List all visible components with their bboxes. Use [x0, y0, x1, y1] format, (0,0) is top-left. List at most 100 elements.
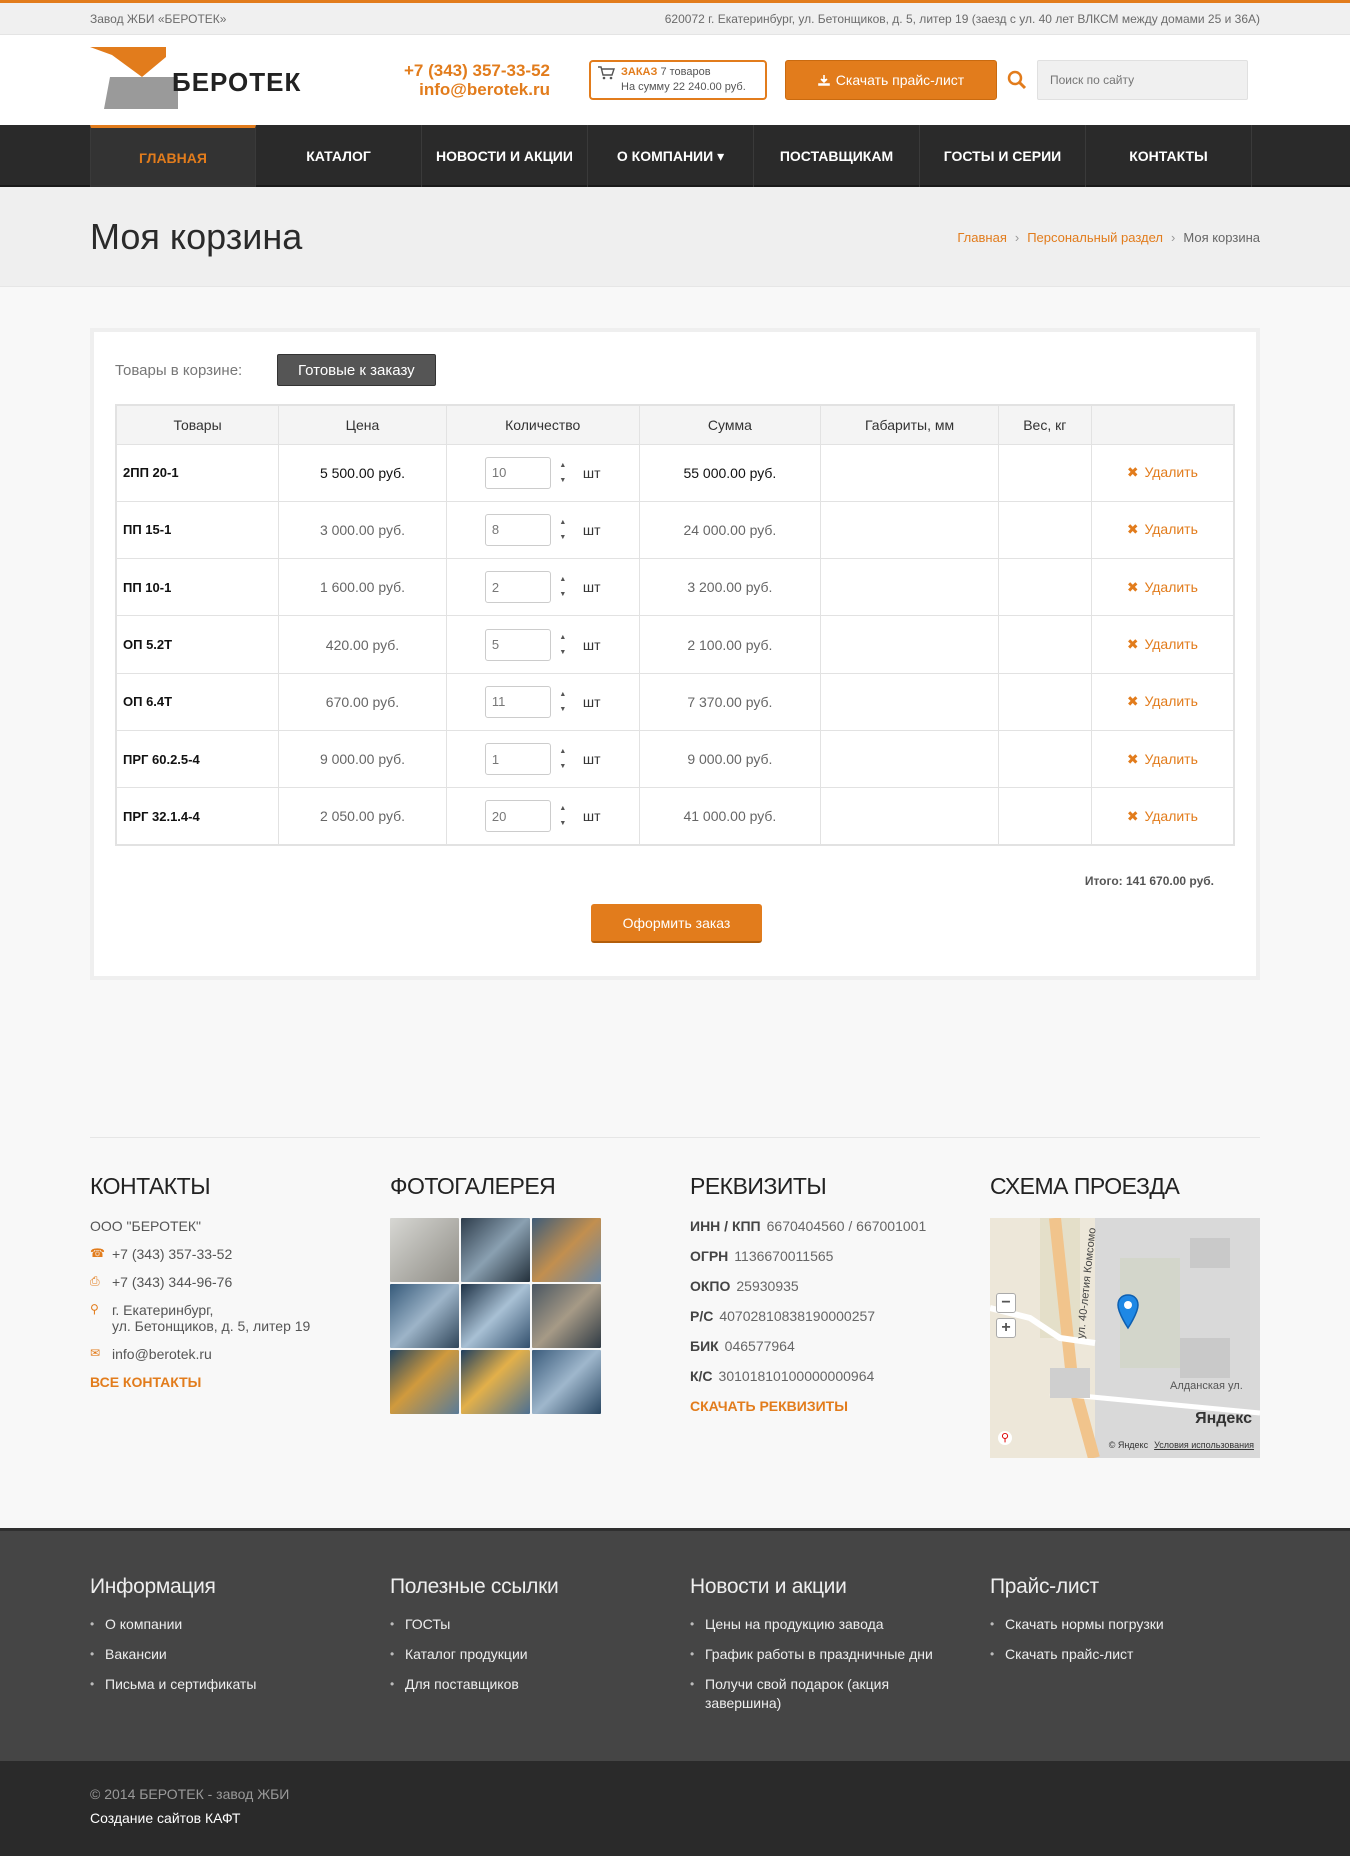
quantity-input[interactable]: 11: [484, 685, 551, 718]
quantity-spinner[interactable]: ▲ ▼: [557, 519, 569, 541]
gallery-photo[interactable]: [532, 1350, 601, 1414]
quantity-input[interactable]: 8: [484, 513, 551, 546]
delete-button[interactable]: ✖ Удалить: [1127, 464, 1198, 480]
spin-up-icon[interactable]: ▲: [559, 634, 566, 641]
quantity-input[interactable]: 2: [484, 571, 551, 604]
map-street-label-2: Алданская ул.: [1170, 1380, 1243, 1392]
company-name: ООО "БЕРОТЕК": [90, 1218, 370, 1234]
zoom-out-button[interactable]: −: [996, 1293, 1016, 1313]
nav-gosts[interactable]: ГОСТЫ И СЕРИИ: [920, 125, 1086, 187]
spin-down-icon[interactable]: ▼: [559, 706, 566, 713]
search-input[interactable]: [1037, 60, 1248, 100]
spin-down-icon[interactable]: ▼: [559, 649, 566, 656]
nav-news[interactable]: НОВОСТИ И АКЦИИ: [422, 125, 588, 187]
gallery-photo[interactable]: [390, 1218, 459, 1282]
developer-link[interactable]: Создание сайтов КАФТ: [90, 1810, 240, 1826]
quantity-spinner[interactable]: ▲ ▼: [557, 805, 569, 827]
zoom-in-button[interactable]: +: [996, 1318, 1016, 1338]
footer-link-suppliers[interactable]: Для поставщиков: [390, 1675, 558, 1694]
quantity-cell: 1 ▲ ▼ шт: [446, 730, 640, 789]
product-name[interactable]: ПП 15-1: [116, 501, 280, 560]
product-name[interactable]: ОП 5.2Т: [116, 615, 280, 674]
map-widget[interactable]: ул. 40-летия Комсомо Алданская ул. − + Я…: [990, 1218, 1260, 1458]
footer-link-catalog[interactable]: Каталог продукции: [390, 1645, 558, 1664]
spin-down-icon[interactable]: ▼: [559, 591, 566, 598]
footer-link-prices[interactable]: Цены на продукцию завода: [690, 1615, 960, 1634]
all-contacts-link[interactable]: ВСЕ КОНТАКТЫ: [90, 1374, 370, 1390]
contact-email-text: info@berotek.ru: [112, 1346, 212, 1362]
contact-email[interactable]: ✉ info@berotek.ru: [90, 1346, 370, 1362]
footer-link-vacancies[interactable]: Вакансии: [90, 1645, 256, 1664]
quantity-spinner[interactable]: ▲ ▼: [557, 748, 569, 770]
gallery-photo[interactable]: [461, 1218, 530, 1282]
download-requisites-link[interactable]: СКАЧАТЬ РЕКВИЗИТЫ: [690, 1398, 960, 1414]
quantity-spinner[interactable]: ▲ ▼: [557, 634, 569, 656]
quantity-spinner[interactable]: ▲ ▼: [557, 462, 569, 484]
logo[interactable]: БЕРОТЕК: [90, 45, 330, 115]
nav-contacts[interactable]: КОНТАКТЫ: [1086, 125, 1252, 187]
spin-down-icon[interactable]: ▼: [559, 534, 566, 541]
nav-about[interactable]: О КОМПАНИИ ▾: [588, 125, 754, 187]
spin-down-icon[interactable]: ▼: [559, 820, 566, 827]
quantity-input[interactable]: 1: [484, 743, 551, 776]
cart-row: 2ПП 20-1 5 500.00 руб. 10 ▲ ▼ шт 55 000.00 руб…: [116, 444, 1235, 502]
spin-down-icon[interactable]: ▼: [559, 763, 566, 770]
delete-button[interactable]: ✖ Удалить: [1127, 808, 1198, 824]
gallery-photo[interactable]: [461, 1350, 530, 1414]
product-name[interactable]: ПРГ 60.2.5-4: [116, 730, 280, 789]
quantity-input[interactable]: 20: [484, 800, 551, 833]
spin-up-icon[interactable]: ▲: [559, 519, 566, 526]
place-order-button[interactable]: Оформить заказ: [591, 904, 762, 943]
product-name[interactable]: ОП 6.4Т: [116, 673, 280, 731]
order-sum: 22 240.00 руб.: [672, 81, 746, 93]
order-summary[interactable]: ЗАКАЗ 7 товаров На сумму 22 240.00 руб.: [589, 60, 767, 100]
product-name[interactable]: 2ПП 20-1: [116, 444, 280, 502]
quantity-spinner[interactable]: ▲ ▼: [557, 691, 569, 713]
delete-button[interactable]: ✖ Удалить: [1127, 521, 1198, 537]
spin-up-icon[interactable]: ▲: [559, 748, 566, 755]
footer-link-certificates[interactable]: Письма и сертификаты: [90, 1675, 256, 1694]
delete-button[interactable]: ✖ Удалить: [1127, 636, 1198, 652]
delete-button[interactable]: ✖ Удалить: [1127, 579, 1198, 595]
header-phone[interactable]: +7 (343) 357-33-52: [393, 61, 550, 80]
spin-up-icon[interactable]: ▲: [559, 691, 566, 698]
download-price-button[interactable]: Скачать прайс-лист: [785, 60, 997, 100]
footer-divider: [90, 1137, 1260, 1138]
gallery-photo[interactable]: [461, 1284, 530, 1348]
map-terms-link[interactable]: Условия использования: [1154, 1440, 1254, 1450]
gallery-photo[interactable]: [390, 1350, 459, 1414]
delete-button[interactable]: ✖ Удалить: [1127, 693, 1198, 709]
nav-catalog[interactable]: КАТАЛОГ: [256, 125, 422, 187]
header-email[interactable]: info@berotek.ru: [393, 80, 550, 99]
gallery-photo[interactable]: [390, 1284, 459, 1348]
breadcrumb-home[interactable]: Главная: [957, 230, 1006, 245]
footer-link-about[interactable]: О компании: [90, 1615, 256, 1634]
contact-phone[interactable]: ☎ +7 (343) 357-33-52: [90, 1246, 370, 1262]
nav-home[interactable]: ГЛАВНАЯ: [90, 125, 256, 187]
search-button[interactable]: [997, 60, 1037, 100]
spin-up-icon[interactable]: ▲: [559, 462, 566, 469]
product-dimensions: [820, 558, 999, 617]
quantity-input[interactable]: 10: [484, 456, 551, 489]
footer-link-gosts[interactable]: ГОСТы: [390, 1615, 558, 1634]
quantity-spinner[interactable]: ▲ ▼: [557, 576, 569, 598]
spin-up-icon[interactable]: ▲: [559, 576, 566, 583]
footer-link-holidays[interactable]: График работы в праздничные дни: [690, 1645, 960, 1664]
gallery-photo[interactable]: [532, 1284, 601, 1348]
quantity-input[interactable]: 5: [484, 628, 551, 661]
product-name[interactable]: ПП 10-1: [116, 558, 280, 617]
quantity-cell: 20 ▲ ▼ шт: [446, 787, 640, 846]
spin-down-icon[interactable]: ▼: [559, 477, 566, 484]
footer-link-gift[interactable]: Получи свой подарок (акция завершина): [690, 1675, 960, 1713]
order-label: ЗАКАЗ: [621, 66, 658, 78]
delete-button[interactable]: ✖ Удалить: [1127, 751, 1198, 767]
nav-suppliers[interactable]: ПОСТАВЩИКАМ: [754, 125, 920, 187]
spin-up-icon[interactable]: ▲: [559, 805, 566, 812]
footer-link-price-list[interactable]: Скачать прайс-лист: [990, 1645, 1164, 1664]
breadcrumb-personal[interactable]: Персональный раздел: [1027, 230, 1163, 245]
gallery-photo[interactable]: [532, 1218, 601, 1282]
footer-link-loading-norms[interactable]: Скачать нормы погрузки: [990, 1615, 1164, 1634]
product-price: 420.00 руб.: [278, 615, 447, 674]
tab-ready-to-order[interactable]: Готовые к заказу: [277, 354, 436, 386]
product-name[interactable]: ПРГ 32.1.4-4: [116, 787, 280, 846]
